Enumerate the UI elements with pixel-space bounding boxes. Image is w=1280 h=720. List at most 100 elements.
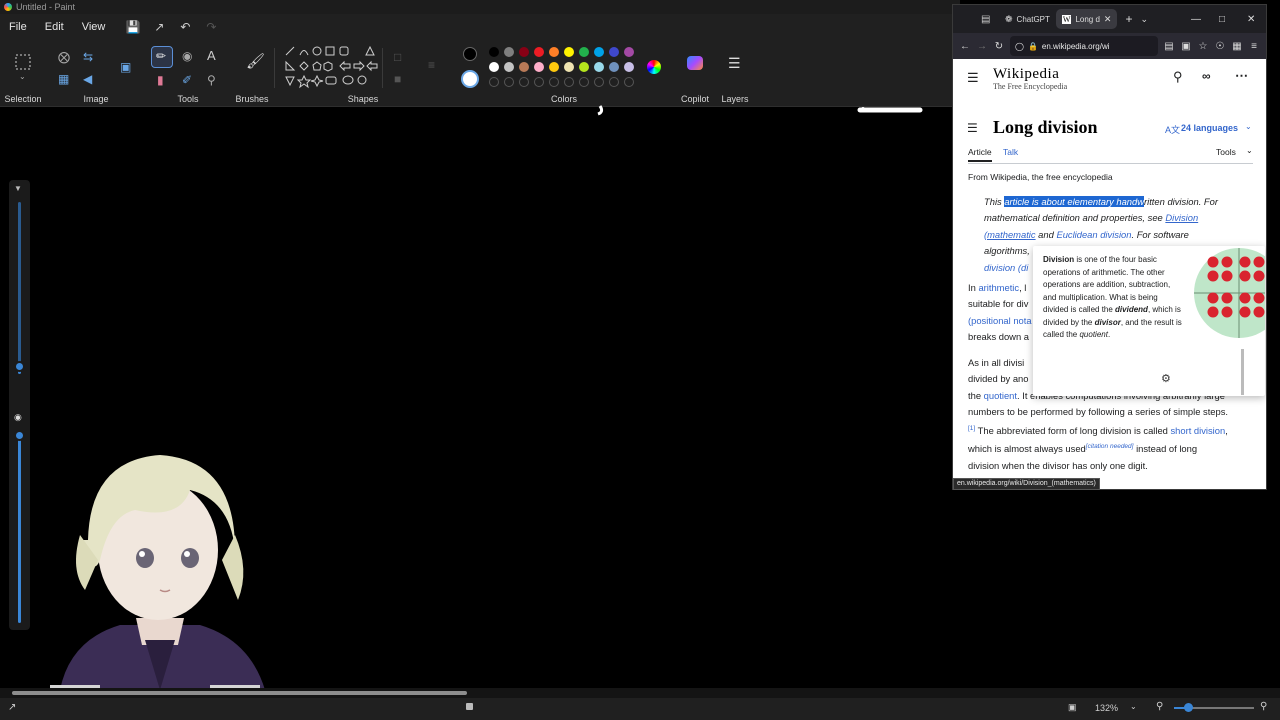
languages-button[interactable]: 24 languages [1181, 123, 1238, 133]
image-select-icon[interactable]: ▣ [120, 60, 131, 74]
color-swatch[interactable] [519, 47, 529, 57]
eraser-icon[interactable]: ▮ [157, 73, 164, 87]
quotient-link[interactable]: quotient [984, 390, 1017, 401]
color-swatch[interactable] [579, 62, 589, 72]
zoom-slider-knob[interactable] [1184, 703, 1193, 712]
color-swatch[interactable] [534, 47, 544, 57]
fill-icon[interactable]: ◉ [182, 49, 192, 63]
fit-to-window-icon[interactable]: ▣ [1068, 702, 1077, 713]
menu-view[interactable]: View [73, 21, 115, 33]
primary-color[interactable] [463, 47, 477, 61]
account-icon[interactable]: ☉ [1214, 41, 1226, 52]
page-scrollbar[interactable] [1241, 349, 1244, 395]
custom-color-slot[interactable] [624, 77, 634, 87]
maximize-icon[interactable]: □ [1219, 14, 1225, 25]
color-swatch[interactable] [504, 62, 514, 72]
chevron-down-icon[interactable]: ⌄ [1246, 146, 1253, 155]
menu-icon[interactable]: ≡ [1248, 41, 1260, 52]
chevron-down-icon[interactable]: ⌄ [19, 72, 26, 81]
text-icon[interactable]: A [207, 48, 216, 63]
tab-talk[interactable]: Talk [1003, 147, 1018, 157]
color-swatch[interactable] [609, 62, 619, 72]
new-tab-icon[interactable]: + [1125, 12, 1132, 26]
resize-icon[interactable]: ⇆ [83, 50, 93, 64]
background-icon[interactable]: ▦ [58, 72, 69, 86]
color-swatch[interactable] [549, 47, 559, 57]
rotate-icon[interactable]: ◀ [83, 72, 92, 86]
opacity-slider-track[interactable] [18, 435, 21, 623]
language-icon[interactable]: A文 [1165, 123, 1180, 136]
color-swatch[interactable] [594, 47, 604, 57]
back-icon[interactable]: ← [959, 41, 971, 52]
brush-icon[interactable]: 🖌 [246, 52, 265, 70]
arithmetic-link[interactable]: arithmetic [978, 282, 1019, 293]
custom-color-slot[interactable] [519, 77, 529, 87]
custom-color-slot[interactable] [609, 77, 619, 87]
close-window-icon[interactable]: ✕ [1247, 14, 1255, 25]
menu-file[interactable]: File [0, 21, 36, 33]
more-options-icon[interactable]: ⋯ [1235, 68, 1248, 84]
division-math-link[interactable]: (mathematic [984, 229, 1036, 240]
size-slider-track[interactable] [18, 202, 21, 362]
reader-view-icon[interactable]: ▤ [1163, 41, 1175, 52]
copilot-icon[interactable] [687, 56, 703, 70]
custom-color-slot[interactable] [549, 77, 559, 87]
zoom-out-icon[interactable]: ⚲ [1156, 701, 1163, 712]
edit-colors-icon[interactable] [647, 60, 661, 74]
citation-needed[interactable]: [citation needed] [1086, 443, 1134, 450]
forward-icon[interactable]: → [976, 41, 988, 52]
color-swatch[interactable] [489, 47, 499, 57]
appearance-icon[interactable]: ∞ [1202, 69, 1211, 83]
close-tab-icon[interactable]: ✕ [1104, 14, 1112, 25]
zoom-in-icon[interactable]: ⚲ [1260, 701, 1267, 712]
undo-icon[interactable]: ↶ [172, 20, 198, 34]
color-swatch[interactable] [489, 62, 499, 72]
tab-article[interactable]: Article [968, 147, 992, 162]
color-swatch[interactable] [549, 62, 559, 72]
hamburger-menu-icon[interactable]: ☰ [967, 70, 979, 86]
selection-icon[interactable] [15, 54, 31, 70]
pencil-icon[interactable]: ✏ [156, 49, 166, 63]
zoom-dropdown-icon[interactable]: ⌄ [1130, 702, 1137, 711]
minimize-icon[interactable]: — [1191, 14, 1201, 25]
screenshot-icon[interactable]: ▣ [1180, 41, 1192, 52]
save-icon[interactable]: 💾 [120, 20, 146, 34]
euclidean-division-link[interactable]: Euclidean division [1056, 229, 1131, 240]
zoom-level[interactable]: 132% [1095, 703, 1118, 713]
custom-color-slot[interactable] [489, 77, 499, 87]
color-swatch[interactable] [519, 62, 529, 72]
opacity-slider-knob[interactable] [14, 430, 25, 441]
crop-icon[interactable]: ⨂ [58, 50, 70, 64]
tab-chatgpt[interactable]: ❁ ChatGPT [999, 9, 1056, 29]
size-slider-knob[interactable] [14, 361, 25, 372]
wikipedia-logo[interactable]: Wikipedia [993, 66, 1059, 83]
custom-color-slot[interactable] [504, 77, 514, 87]
color-swatch[interactable] [534, 62, 544, 72]
reload-icon[interactable]: ↻ [993, 41, 1005, 52]
short-division-link[interactable]: short division [1170, 425, 1225, 436]
outline-icon[interactable]: □ [394, 50, 401, 64]
link-preview-popup[interactable]: Division is one of the four basic operat… [1033, 246, 1265, 396]
color-swatch[interactable] [624, 62, 634, 72]
magnifier-icon[interactable]: ⚲ [207, 73, 216, 87]
color-picker-icon[interactable]: ✐ [182, 73, 192, 87]
color-swatch[interactable] [504, 47, 514, 57]
fill-shape-icon[interactable]: ■ [394, 72, 401, 86]
color-swatch[interactable] [564, 62, 574, 72]
bookmark-star-icon[interactable]: ☆ [1197, 41, 1209, 52]
secondary-color[interactable] [461, 70, 479, 88]
url-bar[interactable]: ◯ 🔒 en.wikipedia.org/wi [1010, 36, 1158, 56]
color-swatch[interactable] [579, 47, 589, 57]
custom-color-slot[interactable] [564, 77, 574, 87]
color-swatch[interactable] [564, 47, 574, 57]
redo-icon[interactable]: ↷ [198, 20, 224, 34]
chevron-down-icon[interactable]: ⌄ [1245, 122, 1252, 131]
share-icon[interactable]: ↗ [146, 20, 172, 34]
menu-edit[interactable]: Edit [36, 21, 73, 33]
layers-icon[interactable]: ☰ [728, 55, 741, 72]
scrollbar-thumb[interactable] [12, 691, 467, 695]
division-math-link[interactable]: Division [1165, 212, 1198, 223]
settings-gear-icon[interactable]: ⚙ [1161, 372, 1171, 385]
shapes-icon-grid[interactable] [282, 46, 382, 92]
color-swatch[interactable] [594, 62, 604, 72]
